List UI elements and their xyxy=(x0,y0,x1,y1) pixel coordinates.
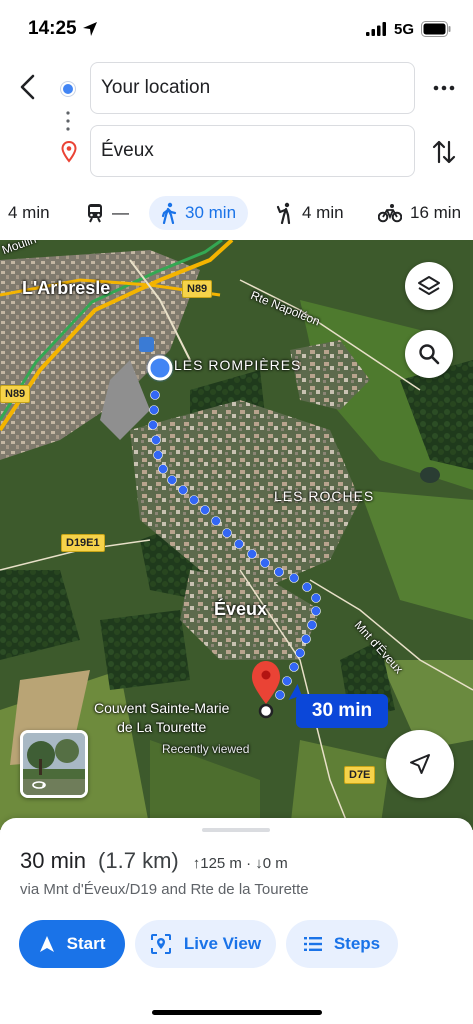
train-station-icon xyxy=(139,337,154,352)
destination-pin-icon xyxy=(61,141,77,163)
origin-field[interactable]: Your location xyxy=(90,62,415,114)
status-time: 14:25 xyxy=(28,18,77,39)
mode-drive[interactable]: 4 min xyxy=(8,196,50,230)
train-icon xyxy=(88,204,102,223)
ride-hail-icon xyxy=(276,202,291,224)
travel-modes: 4 min — 30 min 4 min 16 min xyxy=(0,192,473,238)
current-location-dot xyxy=(147,355,173,381)
street-view-image xyxy=(23,733,85,795)
road-shield-n89-west: N89 xyxy=(0,385,31,403)
mode-bike[interactable]: 16 min xyxy=(378,196,461,230)
map-label-recently-viewed: Recently viewed xyxy=(162,742,250,756)
layers-icon xyxy=(418,276,440,295)
map-label-arbresle: L'Arbresle xyxy=(22,278,111,298)
search-along-route-button[interactable] xyxy=(405,330,453,378)
mode-walk[interactable]: 30 min xyxy=(149,196,249,230)
mode-ride-label: 4 min xyxy=(302,203,344,222)
network-type: 5G xyxy=(394,21,415,38)
couvent-name-line1: Couvent Sainte-Marie xyxy=(94,700,230,716)
route-elevation: ↑125 m · ↓0 m xyxy=(192,855,288,872)
start-button[interactable]: Start xyxy=(19,920,125,968)
mode-drive-label: 4 min xyxy=(8,203,50,222)
route-summary: 30 min (1.7 km) ↑125 m · ↓0 m xyxy=(20,848,288,874)
more-options-icon[interactable] xyxy=(430,77,458,99)
map-view[interactable]: Moulin L'Arbresle Rte Napoléon LES ROMPI… xyxy=(0,240,473,830)
status-bar: 14:25 5G xyxy=(0,0,473,58)
navigation-arrow-icon xyxy=(39,936,54,952)
navigation-arrow-icon xyxy=(410,754,430,774)
live-view-icon xyxy=(150,934,171,954)
sheet-drag-handle[interactable] xyxy=(202,828,270,832)
route-summary-sheet[interactable]: 30 min (1.7 km) ↑125 m · ↓0 m via Mnt d'… xyxy=(0,818,473,1024)
walk-icon xyxy=(161,202,177,224)
street-view-thumbnail[interactable] xyxy=(20,730,88,798)
road-shield-n89: N89 xyxy=(182,280,213,298)
couvent-name-line2: de La Tourette xyxy=(117,719,207,735)
mode-ride[interactable]: 4 min xyxy=(276,196,344,230)
back-button[interactable] xyxy=(14,70,44,104)
recenter-button[interactable] xyxy=(386,730,454,798)
route-connector-icon xyxy=(66,111,70,131)
list-icon xyxy=(303,937,322,951)
location-arrow-icon xyxy=(83,22,97,36)
map-label-roches: LES ROCHES xyxy=(274,488,375,504)
mode-walk-label: 30 min xyxy=(185,203,237,222)
destination-field[interactable]: Éveux xyxy=(90,125,415,177)
route-via: via Mnt d'Éveux/D19 and Rte de la Touret… xyxy=(20,881,309,898)
steps-button[interactable]: Steps xyxy=(286,920,398,968)
live-view-button[interactable]: Live View xyxy=(135,920,276,968)
swap-icon[interactable] xyxy=(430,136,458,168)
route-distance: (1.7 km) xyxy=(98,848,179,873)
signal-icon xyxy=(366,22,386,36)
origin-value: Your location xyxy=(101,77,211,98)
layers-button[interactable] xyxy=(405,262,453,310)
start-label: Start xyxy=(66,934,106,953)
mode-transit-label: — xyxy=(112,203,129,222)
eta-bubble[interactable]: 30 min xyxy=(296,694,388,728)
home-indicator[interactable] xyxy=(152,1010,322,1015)
battery-icon xyxy=(421,21,451,37)
live-view-label: Live View xyxy=(183,934,262,953)
road-shield-d19e1: D19E1 xyxy=(61,534,105,552)
mode-bike-label: 16 min xyxy=(410,203,462,222)
map-label-couvent[interactable]: Couvent Sainte-Marie de La Tourette xyxy=(94,699,229,737)
bike-icon xyxy=(378,204,402,223)
route-duration: 30 min xyxy=(20,848,87,873)
destination-value: Éveux xyxy=(101,140,154,161)
map-label-rompieres: LES ROMPIÈRES xyxy=(174,357,302,373)
map-label-eveux: Éveux xyxy=(214,599,268,619)
origin-dot-icon xyxy=(61,82,75,96)
steps-label: Steps xyxy=(333,934,381,953)
mode-transit[interactable]: — xyxy=(86,196,129,230)
search-icon xyxy=(419,344,440,365)
road-shield-d7e: D7E xyxy=(344,766,376,784)
